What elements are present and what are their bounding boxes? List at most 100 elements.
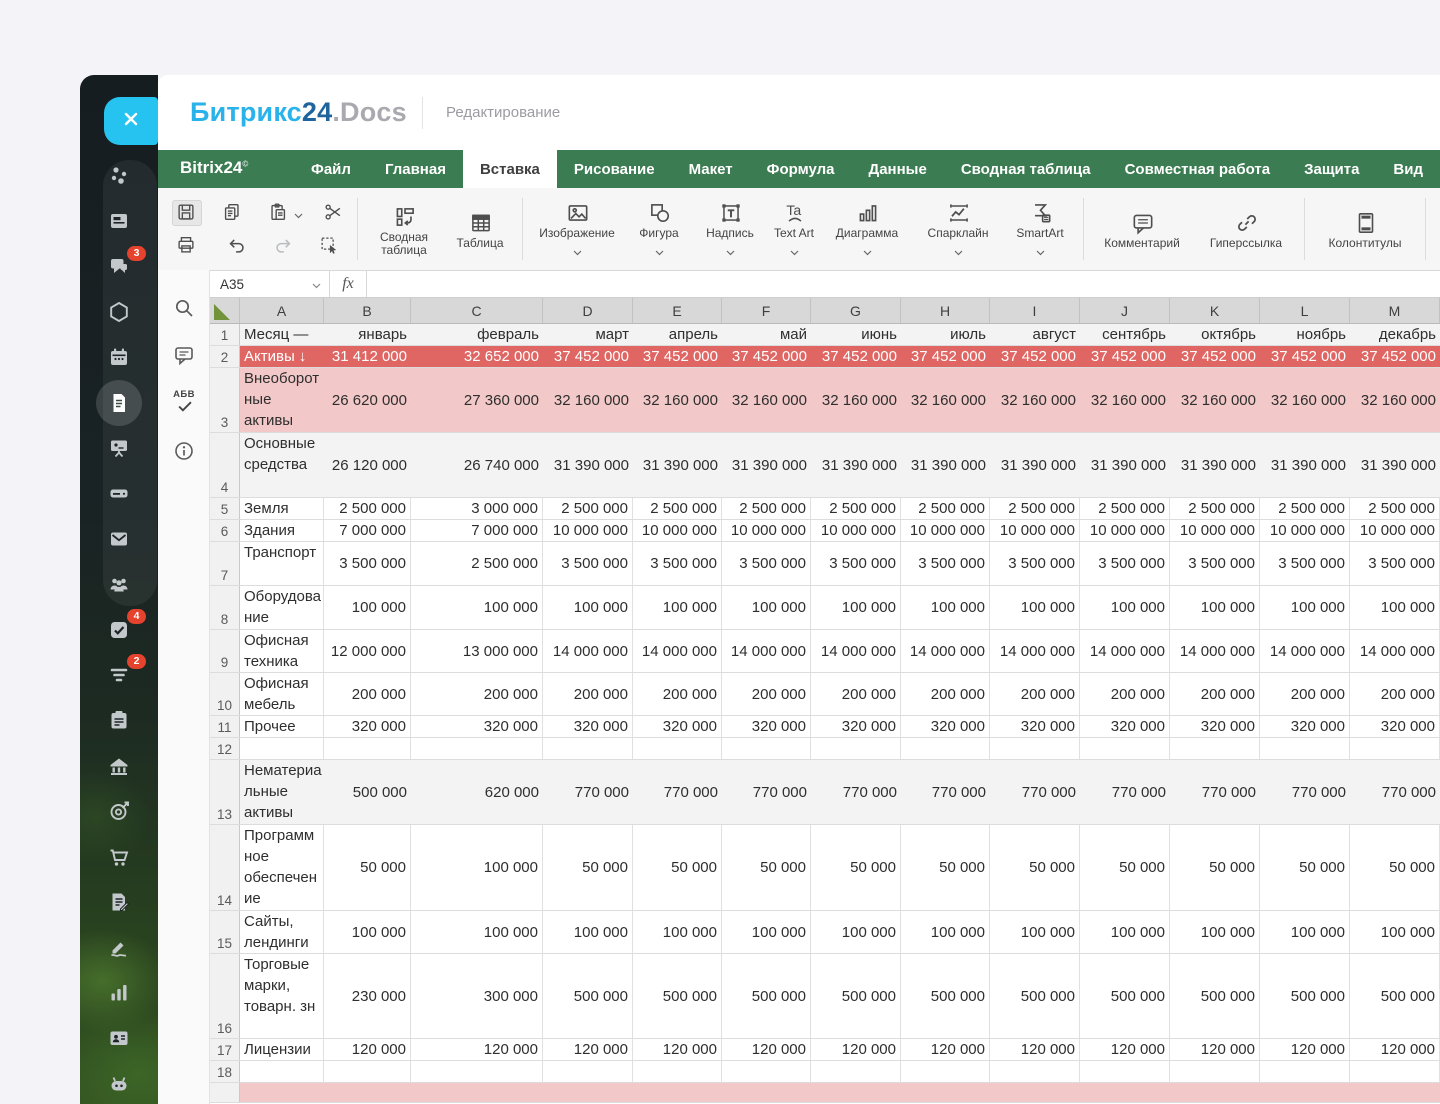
cell-C12[interactable]	[411, 738, 543, 759]
cell-I14[interactable]: 50 000	[990, 825, 1080, 910]
cell-I9[interactable]: 14 000 000	[990, 630, 1080, 672]
cell-H[interactable]	[901, 1083, 990, 1102]
cell-I11[interactable]: 320 000	[990, 716, 1080, 737]
cell-D18[interactable]	[543, 1061, 633, 1082]
cell-C17[interactable]: 120 000	[411, 1039, 543, 1060]
cell-E12[interactable]	[633, 738, 722, 759]
row-header-11[interactable]: 11	[210, 716, 240, 737]
column-header-B[interactable]: B	[324, 298, 411, 323]
row-header-16[interactable]: 16	[210, 954, 240, 1038]
cell-C1[interactable]: февраль	[411, 324, 543, 345]
cell-L3[interactable]: 32 160 000	[1260, 368, 1350, 432]
cell-H16[interactable]: 500 000	[901, 954, 990, 1038]
ribbon-tab-4[interactable]: Макет	[672, 150, 750, 188]
cell-E4[interactable]: 31 390 000	[633, 433, 722, 497]
sidebar-item-feed[interactable]	[80, 198, 158, 243]
headers-footers-button[interactable]: Колонтитулы	[1311, 208, 1419, 250]
cell-G15[interactable]: 100 000	[811, 911, 901, 953]
cell-C7[interactable]: 2 500 000	[411, 542, 543, 585]
cell-H18[interactable]	[901, 1061, 990, 1082]
sidebar-item-teams[interactable]	[80, 562, 158, 607]
column-header-F[interactable]: F	[722, 298, 811, 323]
cell-C[interactable]	[411, 1083, 543, 1102]
cell-I17[interactable]: 120 000	[990, 1039, 1080, 1060]
cell-C9[interactable]: 13 000 000	[411, 630, 543, 672]
column-header-H[interactable]: H	[901, 298, 990, 323]
cell-J10[interactable]: 200 000	[1080, 673, 1170, 715]
cell-K5[interactable]: 2 500 000	[1170, 498, 1260, 519]
cell-F10[interactable]: 200 000	[722, 673, 811, 715]
cell-E9[interactable]: 14 000 000	[633, 630, 722, 672]
sidebar-item-company[interactable]	[80, 743, 158, 788]
cell-G6[interactable]: 10 000 000	[811, 520, 901, 541]
cell-E13[interactable]: 770 000	[633, 760, 722, 824]
cell-F5[interactable]: 2 500 000	[722, 498, 811, 519]
cell-D11[interactable]: 320 000	[543, 716, 633, 737]
cell-G8[interactable]: 100 000	[811, 586, 901, 629]
cell-K7[interactable]: 3 500 000	[1170, 542, 1260, 585]
cell-H17[interactable]: 120 000	[901, 1039, 990, 1060]
cell-G4[interactable]: 31 390 000	[811, 433, 901, 497]
cell-I15[interactable]: 100 000	[990, 911, 1080, 953]
cell-B1[interactable]: январь	[324, 324, 411, 345]
sidebar-item-analytics[interactable]	[80, 970, 158, 1015]
cell-F13[interactable]: 770 000	[722, 760, 811, 824]
cell-name-box[interactable]: A35	[210, 271, 330, 297]
cell-M6[interactable]: 10 000 000	[1350, 520, 1440, 541]
cell-J16[interactable]: 500 000	[1080, 954, 1170, 1038]
cell-H3[interactable]: 32 160 000	[901, 368, 990, 432]
close-button[interactable]	[104, 97, 158, 145]
cell-B7[interactable]: 3 500 000	[324, 542, 411, 585]
cell-A5[interactable]: Земля	[240, 498, 324, 519]
sidebar-item-video[interactable]	[80, 425, 158, 470]
cell-B6[interactable]: 7 000 000	[324, 520, 411, 541]
cell-B3[interactable]: 26 620 000	[324, 368, 411, 432]
row-header-8[interactable]: 8	[210, 586, 240, 629]
cell-M11[interactable]: 320 000	[1350, 716, 1440, 737]
cell-H4[interactable]: 31 390 000	[901, 433, 990, 497]
cell-B17[interactable]: 120 000	[324, 1039, 411, 1060]
cell-K1[interactable]: октябрь	[1170, 324, 1260, 345]
row-header-13[interactable]: 13	[210, 760, 240, 824]
cell-G7[interactable]: 3 500 000	[811, 542, 901, 585]
panel-button-info[interactable]	[158, 433, 210, 473]
cell-F9[interactable]: 14 000 000	[722, 630, 811, 672]
cell-C16[interactable]: 300 000	[411, 954, 543, 1038]
cell-I3[interactable]: 32 160 000	[990, 368, 1080, 432]
column-header-D[interactable]: D	[543, 298, 633, 323]
cell-L10[interactable]: 200 000	[1260, 673, 1350, 715]
cell-E8[interactable]: 100 000	[633, 586, 722, 629]
cell-I12[interactable]	[990, 738, 1080, 759]
copy-button[interactable]	[218, 200, 248, 226]
cell-M7[interactable]: 3 500 000	[1350, 542, 1440, 585]
cell-C3[interactable]: 27 360 000	[411, 368, 543, 432]
ribbon-tab-8[interactable]: Совместная работа	[1108, 150, 1288, 188]
cell-I1[interactable]: август	[990, 324, 1080, 345]
cell-L[interactable]	[1260, 1083, 1350, 1102]
cell-K16[interactable]: 500 000	[1170, 954, 1260, 1038]
cell-A14[interactable]: Программное обеспечение	[240, 825, 324, 910]
cell-B4[interactable]: 26 120 000	[324, 433, 411, 497]
cell-L2[interactable]: 37 452 000	[1260, 346, 1350, 367]
sidebar-item-contracts[interactable]	[80, 879, 158, 924]
sidebar-item-crm[interactable]: 2	[80, 652, 158, 697]
cell-C6[interactable]: 7 000 000	[411, 520, 543, 541]
sidebar-item-mail[interactable]	[80, 516, 158, 561]
ribbon-tab-2[interactable]: Вставка	[462, 150, 557, 188]
cell-B10[interactable]: 200 000	[324, 673, 411, 715]
cell-H10[interactable]: 200 000	[901, 673, 990, 715]
cell-K[interactable]	[1170, 1083, 1260, 1102]
cell-C2[interactable]: 32 652 000	[411, 346, 543, 367]
cell-E15[interactable]: 100 000	[633, 911, 722, 953]
cell-F1[interactable]: май	[722, 324, 811, 345]
cell-C11[interactable]: 320 000	[411, 716, 543, 737]
cell-J8[interactable]: 100 000	[1080, 586, 1170, 629]
cell-E16[interactable]: 500 000	[633, 954, 722, 1038]
cell-A3[interactable]: Внеоборотные активы	[240, 368, 324, 432]
cell-E6[interactable]: 10 000 000	[633, 520, 722, 541]
sidebar-item-calendar[interactable]	[80, 335, 158, 380]
cell-G14[interactable]: 50 000	[811, 825, 901, 910]
cell-K17[interactable]: 120 000	[1170, 1039, 1260, 1060]
cell-A18[interactable]	[240, 1061, 324, 1082]
cell-I7[interactable]: 3 500 000	[990, 542, 1080, 585]
